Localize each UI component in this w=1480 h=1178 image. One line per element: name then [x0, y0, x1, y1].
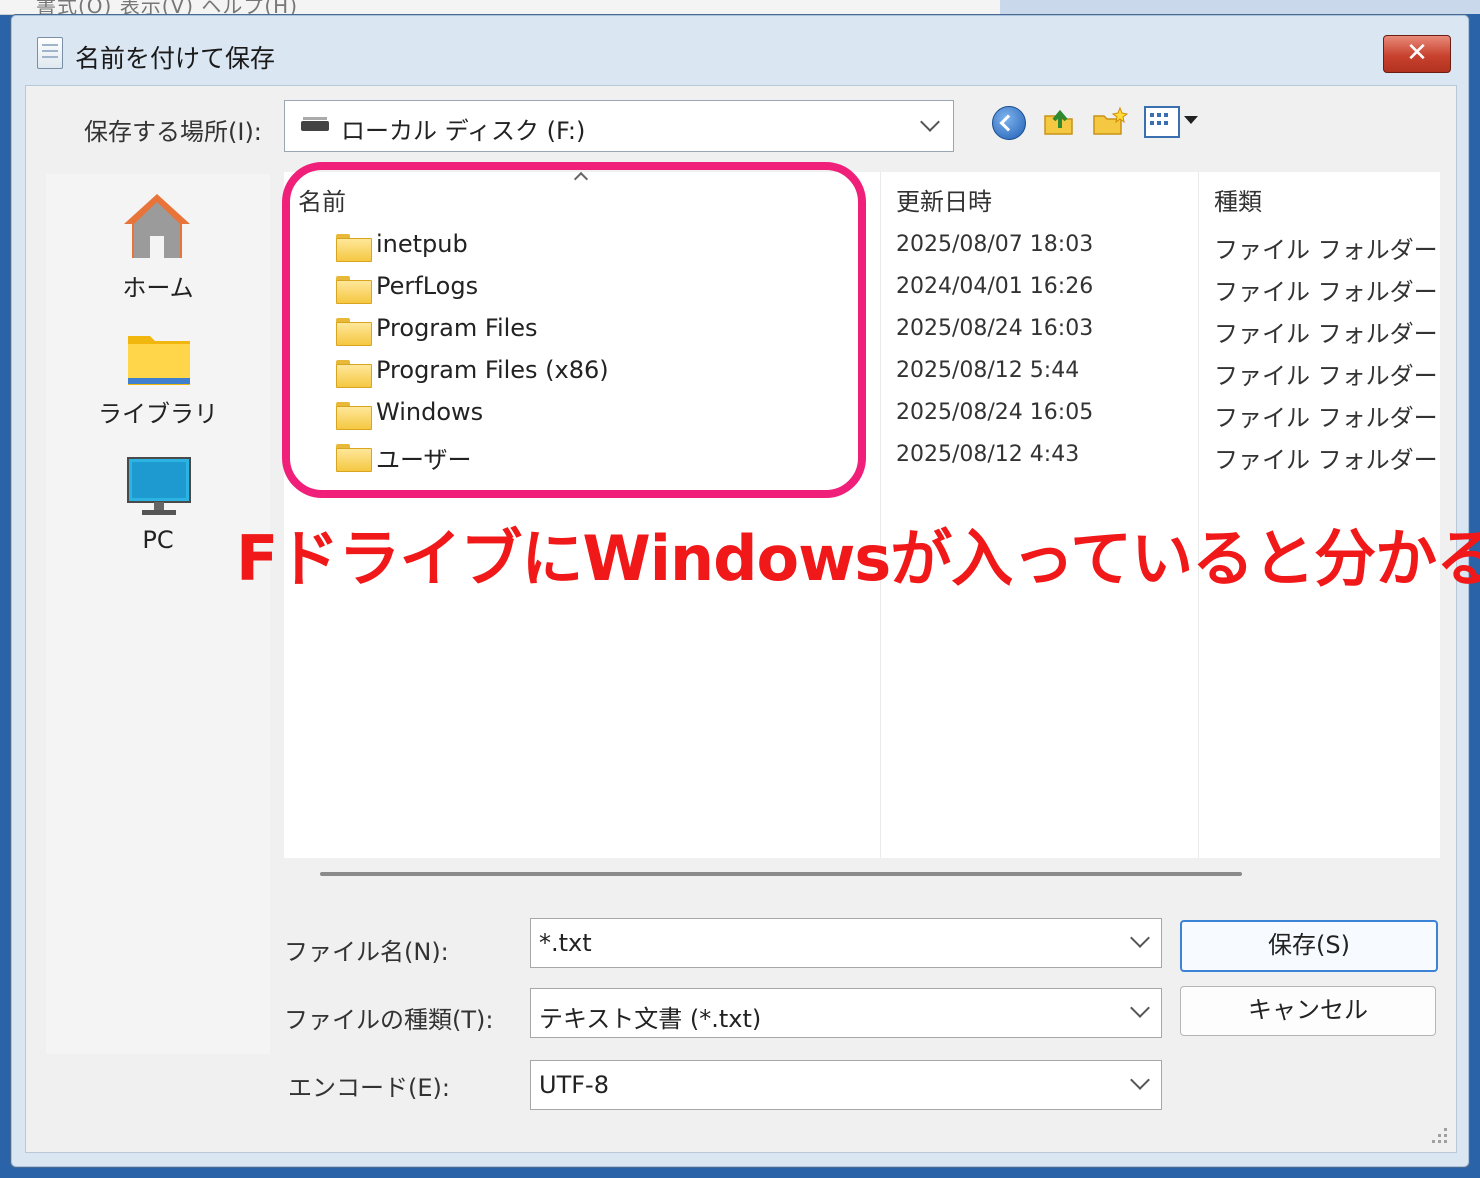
- encoding-label: エンコード(E):: [288, 1074, 450, 1102]
- chevron-down-icon[interactable]: [1130, 928, 1150, 948]
- chevron-down-icon: [920, 112, 940, 132]
- background-window: 書式(O) 表示(V) ヘルプ(H): [0, 0, 1000, 18]
- encoding-value: UTF-8: [539, 1071, 609, 1099]
- place-library[interactable]: ライブラリ: [46, 324, 270, 434]
- place-home[interactable]: ホーム: [46, 188, 270, 308]
- file-date: 2025/08/24 16:05: [896, 400, 1094, 425]
- view-menu-icon[interactable]: [1144, 106, 1180, 138]
- file-type: ファイル フォルダー: [1214, 278, 1438, 306]
- encoding-dropdown[interactable]: UTF-8: [530, 1060, 1162, 1110]
- annotation-text: FドライブにWindowsが入っていると分かる: [236, 522, 1480, 595]
- filetype-value: テキスト文書 (*.txt): [539, 1005, 762, 1033]
- save-location-label: 保存する場所(I):: [84, 118, 262, 146]
- chevron-down-icon: [1130, 1070, 1150, 1090]
- column-header-date[interactable]: 更新日時: [896, 182, 992, 217]
- file-type: ファイル フォルダー: [1214, 236, 1438, 264]
- column-header-type[interactable]: 種類: [1214, 182, 1262, 217]
- drive-icon: [301, 117, 329, 131]
- place-library-label: ライブラリ: [98, 400, 218, 428]
- file-type: ファイル フォルダー: [1214, 404, 1438, 432]
- background-area: [1000, 0, 1480, 14]
- horizontal-scrollbar[interactable]: [320, 872, 1242, 876]
- home-icon: [124, 194, 190, 258]
- new-folder-icon[interactable]: [1092, 104, 1129, 138]
- library-icon: [128, 336, 190, 385]
- file-type: ファイル フォルダー: [1214, 446, 1438, 474]
- file-type: ファイル フォルダー: [1214, 320, 1438, 348]
- pc-icon: [127, 457, 191, 515]
- filetype-dropdown[interactable]: テキスト文書 (*.txt): [530, 988, 1162, 1038]
- filename-input[interactable]: *.txt: [530, 918, 1162, 968]
- save-as-dialog: 名前を付けて保存 ✕ 保存する場所(I): ローカル ディスク (F:) ホーム…: [10, 14, 1480, 1168]
- place-home-label: ホーム: [122, 274, 194, 302]
- file-date: 2025/08/12 5:44: [896, 358, 1080, 383]
- save-location-dropdown[interactable]: ローカル ディスク (F:): [284, 100, 954, 152]
- file-date: 2025/08/12 4:43: [896, 442, 1080, 467]
- save-button[interactable]: 保存(S): [1180, 920, 1438, 972]
- filetype-label: ファイルの種類(T):: [284, 1006, 494, 1034]
- places-bar: ホーム ライブラリ PC: [46, 174, 270, 1054]
- back-icon[interactable]: [992, 106, 1026, 140]
- filename-label: ファイル名(N):: [284, 938, 449, 966]
- file-type: ファイル フォルダー: [1214, 362, 1438, 390]
- dialog-body: 保存する場所(I): ローカル ディスク (F:) ホーム ライブラリ PC 名…: [25, 85, 1480, 1153]
- title-bar[interactable]: 名前を付けて保存 ✕: [11, 15, 1469, 85]
- resize-grip-icon[interactable]: [1432, 1128, 1448, 1144]
- notepad-icon: [37, 37, 63, 69]
- file-date: 2025/08/07 18:03: [896, 232, 1094, 257]
- cancel-button[interactable]: キャンセル: [1180, 986, 1436, 1036]
- file-date: 2025/08/24 16:03: [896, 316, 1094, 341]
- save-location-value: ローカル ディスク (F:): [341, 117, 586, 145]
- up-folder-icon[interactable]: [1042, 104, 1076, 138]
- chevron-down-icon: [1130, 998, 1150, 1018]
- close-button[interactable]: ✕: [1383, 35, 1451, 73]
- view-dropdown-arrow-icon[interactable]: [1184, 116, 1198, 124]
- filename-value: *.txt: [539, 929, 592, 957]
- file-date: 2024/04/01 16:26: [896, 274, 1094, 299]
- dialog-title: 名前を付けて保存: [75, 44, 276, 73]
- highlight-box: [282, 162, 866, 498]
